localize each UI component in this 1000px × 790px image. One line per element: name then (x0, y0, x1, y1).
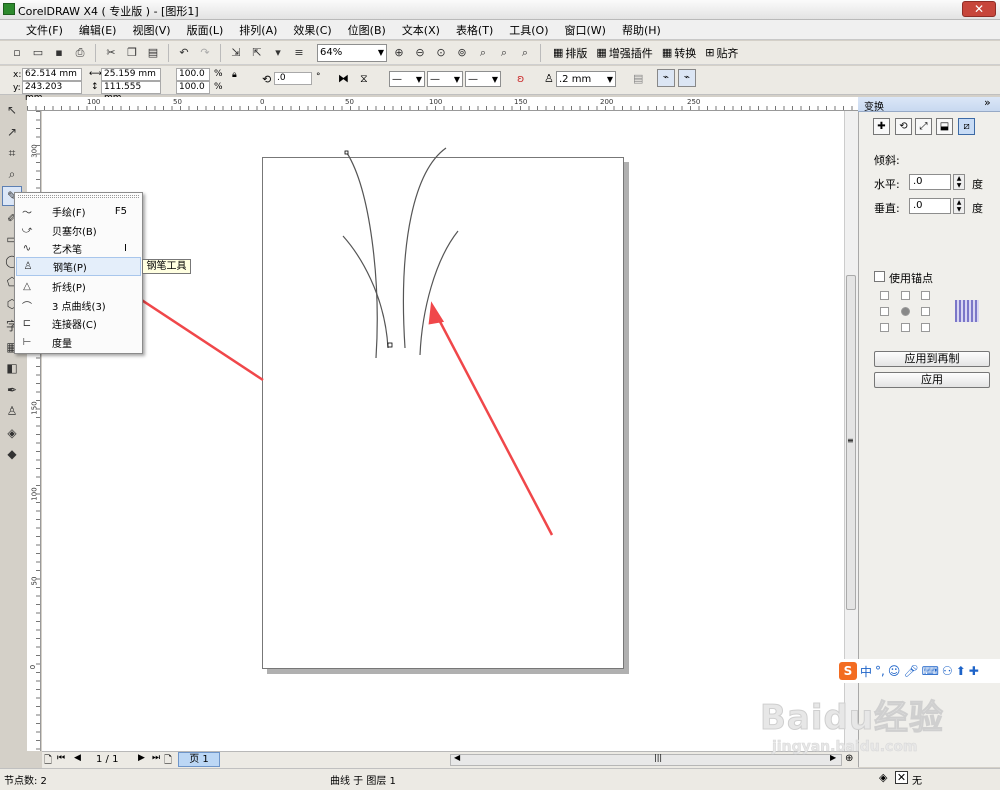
use-anchor-checkbox[interactable] (874, 271, 885, 282)
scroll-left-icon[interactable]: ◀ (454, 753, 460, 762)
flyout-grip[interactable] (18, 195, 139, 198)
curve-path[interactable] (342, 235, 389, 349)
prev-page-icon[interactable]: ◀ (74, 753, 81, 763)
selection-info: 曲线 于 图层 1 (330, 776, 396, 787)
three-point-curve-icon: ⌒ (22, 302, 32, 313)
baidu-watermark: Baidu经验 jingyan.baidu.com (760, 690, 1000, 765)
flyout-item-label: 钢笔(P) (53, 263, 87, 274)
artistic-media-icon: ∿ (22, 243, 32, 254)
vertical-label: 垂直: (874, 202, 900, 215)
connector-icon: ⊏ (22, 318, 32, 329)
docker-header: 变换 » (858, 96, 1000, 113)
status-bar: 节点数: 2 曲线 于 图层 1 ◈ ✕ 无 (0, 768, 1000, 790)
flyout-item-label: 艺术笔 (52, 245, 82, 256)
vertical-skew-input[interactable]: .0 (909, 198, 951, 214)
anchor-point-selected[interactable] (901, 307, 910, 316)
fill-bucket-icon: ◈ (879, 771, 888, 784)
horizontal-skew-input[interactable]: .0 (909, 174, 951, 190)
flyout-item-shortcut: F5 (114, 206, 127, 217)
flyout-item-polyline[interactable]: △ 折线(P) (16, 277, 141, 296)
flyout-item-label: 贝塞尔(B) (52, 227, 97, 238)
settings-icon[interactable]: ✚ (969, 664, 979, 678)
watermark-url: jingyan.baidu.com (772, 739, 918, 756)
flyout-item-pen[interactable]: ♙ 钢笔(P) (16, 257, 141, 276)
keyboard-icon[interactable]: ⌨ (922, 664, 939, 678)
apply-to-duplicate-button[interactable]: 应用到再制 (874, 351, 990, 367)
curve-path[interactable] (419, 230, 459, 356)
flyout-item-artistic-media[interactable]: ∿ 艺术笔 I (16, 239, 141, 258)
curve-path[interactable] (346, 152, 378, 359)
apply-button[interactable]: 应用 (874, 372, 990, 388)
bezier-icon: ⤻ (21, 225, 33, 236)
freehand-icon: 〜 (22, 208, 32, 219)
anchor-point[interactable] (921, 291, 930, 300)
scale-tab-icon[interactable]: ⤢ (915, 118, 932, 135)
docker-title: 变换 (864, 102, 884, 113)
flyout-item-label: 连接器(C) (52, 320, 97, 331)
vertical-spinner[interactable]: ▲ ▼ (953, 198, 965, 214)
vertical-unit: 度 (972, 202, 983, 215)
skin-icon[interactable]: ⬆ (956, 664, 966, 678)
next-page-icon[interactable]: ▶ (138, 753, 145, 763)
anchor-point[interactable] (901, 291, 910, 300)
pen-icon: ♙ (23, 261, 33, 272)
collapse-docker-icon[interactable]: » (984, 96, 991, 109)
annotation-arrow (434, 313, 554, 536)
curve-tools-flyout: 〜 手绘(F) F5 ⤻ 贝塞尔(B) ∿ 艺术笔 I ♙ 钢笔(P) △ 折线(P) ⌒ 3 … (14, 192, 143, 354)
first-page-icon[interactable]: ⏮ (57, 753, 65, 763)
anchor-point[interactable] (901, 323, 910, 332)
page-counter: 1 / 1 (96, 754, 119, 765)
microphone-icon[interactable]: 🎤︎ (903, 664, 918, 678)
flyout-item-freehand[interactable]: 〜 手绘(F) F5 (16, 202, 141, 221)
sogou-logo[interactable]: S (839, 662, 857, 680)
flyout-item-dimension[interactable]: ⊢ 度量 (16, 333, 141, 352)
use-anchor-label: 使用锚点 (889, 272, 933, 285)
horizontal-unit: 度 (972, 178, 983, 191)
flyout-item-label: 度量 (52, 339, 72, 350)
flyout-item-label: 手绘(F) (52, 208, 86, 219)
flyout-item-three-point-curve[interactable]: ⌒ 3 点曲线(3) (16, 296, 141, 315)
ime-mode[interactable]: 中 (860, 663, 872, 680)
grip-icon: ≡ (847, 436, 854, 445)
arrowhead (428, 301, 445, 325)
emoji-icon[interactable]: ☺ (888, 664, 901, 678)
node-handle[interactable] (344, 150, 349, 155)
skew-preview-icon (955, 300, 979, 322)
anchor-point[interactable] (880, 307, 889, 316)
rotate-tab-icon[interactable]: ⟲ (895, 118, 912, 135)
flyout-item-bezier[interactable]: ⤻ 贝塞尔(B) (16, 221, 141, 240)
flyout-item-connector[interactable]: ⊏ 连接器(C) (16, 314, 141, 333)
flyout-item-label: 3 点曲线(3) (52, 302, 106, 313)
anchor-point[interactable] (921, 307, 930, 316)
position-tab-icon[interactable]: ✚ (873, 118, 890, 135)
pen-tool-tooltip: 钢笔工具 (142, 259, 191, 274)
grip-icon: ||| (654, 753, 663, 762)
no-fill-icon: ✕ (895, 771, 908, 784)
flyout-item-shortcut: I (124, 243, 127, 254)
anchor-point[interactable] (921, 323, 930, 332)
flyout-item-label: 折线(P) (52, 283, 86, 294)
node-handle[interactable] (387, 342, 393, 348)
fill-status: 无 (912, 776, 922, 787)
horizontal-spinner[interactable]: ▲ ▼ (953, 174, 965, 190)
watermark-logo: Baidu经验 (760, 698, 945, 739)
user-icon[interactable]: ⚇ (942, 664, 953, 678)
dimension-icon: ⊢ (22, 337, 32, 348)
polyline-icon: △ (23, 281, 31, 292)
anchor-point[interactable] (880, 323, 889, 332)
size-tab-icon[interactable]: ⬓ (936, 118, 953, 135)
anchor-point[interactable] (880, 291, 889, 300)
horizontal-label: 水平: (874, 178, 900, 191)
ime-toolbar: S 中 °, ☺ 🎤︎ ⌨ ⚇ ⬆ ✚ (836, 659, 1000, 683)
punctuation-icon[interactable]: °, (875, 664, 885, 678)
skew-label: 倾斜: (874, 154, 900, 167)
last-page-icon[interactable]: ⏭ (152, 753, 160, 763)
page-navigator: 🗋︎ ⏮ ◀ 1 / 1 ▶ ⏭ 🗋︎ 页 1 ◀ ||| ▶ ⊕ (42, 751, 858, 768)
skew-tab-icon[interactable]: ⧄ (958, 118, 975, 135)
node-count: 节点数: 2 (4, 776, 47, 787)
page-tab[interactable]: 页 1 (178, 752, 220, 767)
